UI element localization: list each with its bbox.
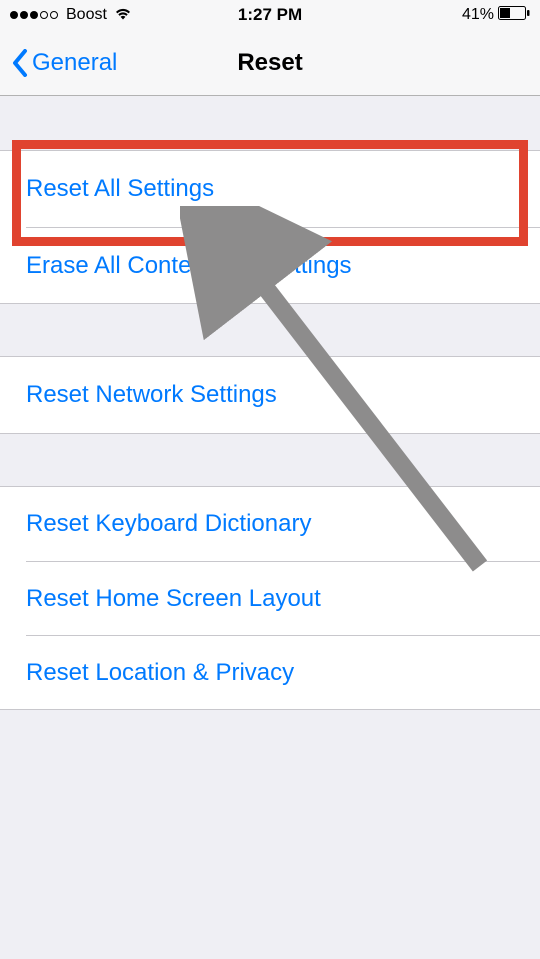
reset-location-privacy[interactable]: Reset Location & Privacy [0,635,540,709]
status-time: 1:27 PM [238,5,302,25]
cell-label: Reset All Settings [26,175,214,203]
cell-label: Reset Home Screen Layout [26,585,321,613]
signal-strength-icon [10,11,58,19]
cell-label: Reset Location & Privacy [26,659,294,687]
erase-all-content[interactable]: Erase All Content and Settings [0,227,540,303]
nav-bar: General Reset [0,30,540,96]
wifi-icon [114,5,132,25]
reset-home-screen-layout[interactable]: Reset Home Screen Layout [0,561,540,635]
cell-group-3: Reset Keyboard Dictionary Reset Home Scr… [0,486,540,710]
cell-label: Erase All Content and Settings [26,252,352,280]
status-bar: Boost 1:27 PM 41% [0,0,540,30]
carrier-label: Boost [66,6,107,24]
cell-group-2: Reset Network Settings [0,356,540,434]
battery-percent: 41% [462,6,494,24]
cell-label: Reset Network Settings [26,381,277,409]
back-button[interactable]: General [12,49,117,77]
status-left: Boost [10,5,132,25]
cell-label: Reset Keyboard Dictionary [26,510,311,538]
chevron-left-icon [12,49,28,77]
reset-keyboard-dictionary[interactable]: Reset Keyboard Dictionary [0,487,540,561]
status-right: 41% [462,6,530,25]
section-gap [0,96,540,150]
cell-group-1: Reset All Settings Erase All Content and… [0,150,540,304]
section-gap [0,304,540,356]
back-label: General [32,49,117,77]
page-title: Reset [237,49,302,77]
battery-icon [498,6,530,25]
section-gap [0,434,540,486]
reset-all-settings[interactable]: Reset All Settings [0,151,540,227]
reset-network-settings[interactable]: Reset Network Settings [0,357,540,433]
